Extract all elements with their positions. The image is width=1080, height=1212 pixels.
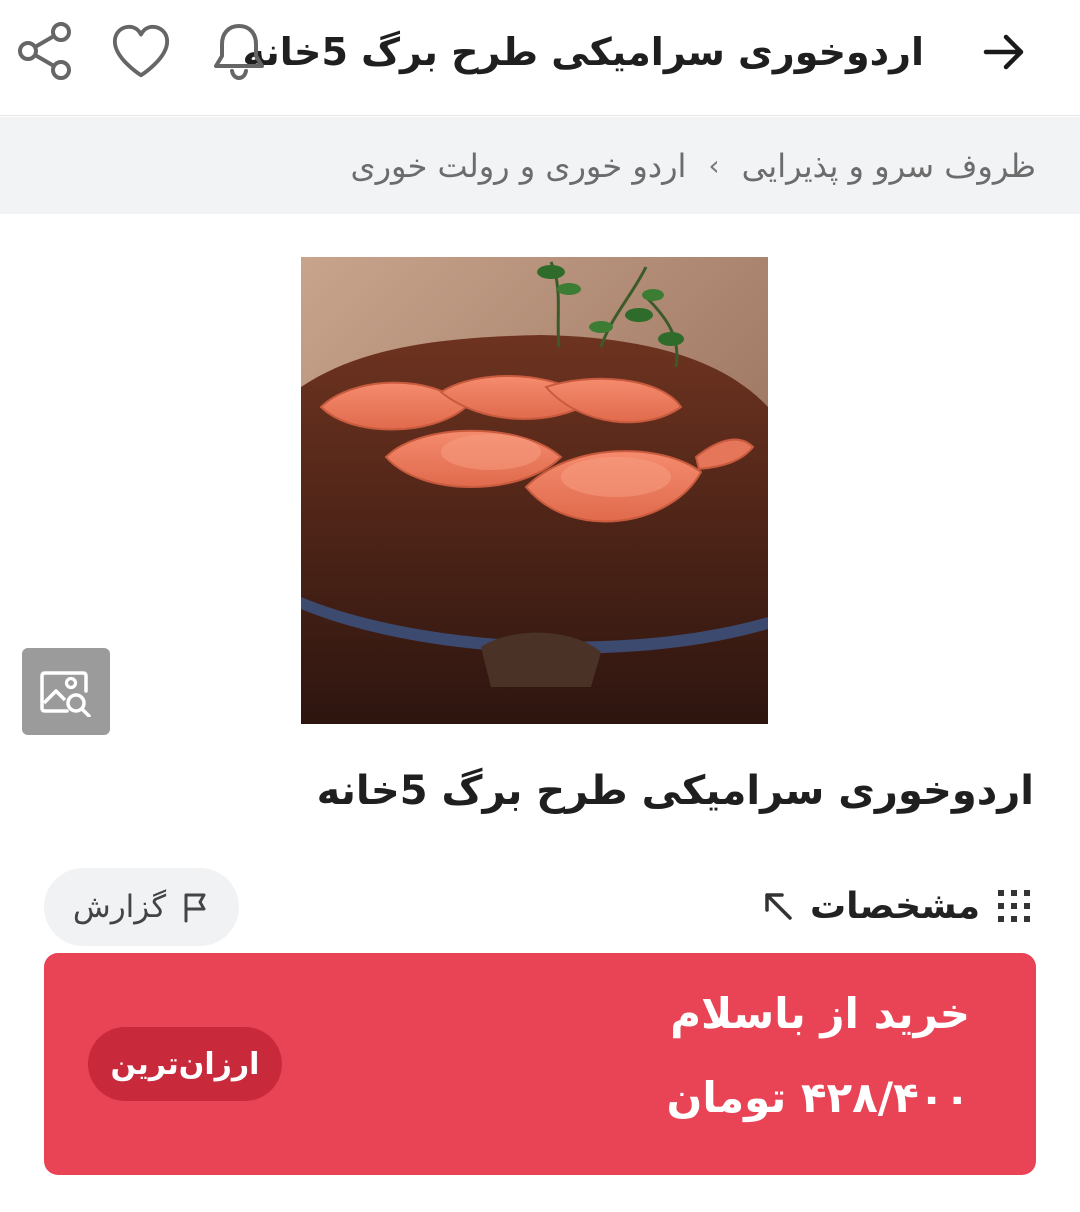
back-button[interactable] [974, 22, 1034, 82]
breadcrumb-item-category[interactable]: ظروف سرو و پذیرایی [742, 147, 1036, 185]
buy-card[interactable]: خرید از باسلام ۴۲۸/۴۰۰ تومان ارزان‌ترین [44, 953, 1036, 1175]
favorite-button[interactable] [110, 20, 172, 82]
breadcrumb-separator: › [708, 149, 720, 182]
arrow-up-left-icon [765, 893, 792, 920]
report-label: گزارش [72, 889, 167, 925]
share-icon [18, 22, 71, 80]
specs-link[interactable]: مشخصات [760, 878, 1034, 934]
buy-label: خرید از باسلام [670, 989, 970, 1038]
notify-button[interactable] [208, 20, 270, 82]
top-app-bar: اردوخوری سرامیکی طرح برگ 5خانه [0, 0, 1080, 116]
heart-icon [112, 24, 170, 78]
page-title: اردوخوری سرامیکی طرح برگ 5خانه [242, 30, 924, 74]
share-button[interactable] [14, 20, 76, 82]
breadcrumb-item-subcategory[interactable]: اردو خوری و رولت خوری [351, 147, 687, 185]
buy-price: ۴۲۸/۴۰۰ تومان [666, 1073, 970, 1122]
product-photo [301, 257, 768, 724]
arrow-right-icon [983, 34, 1024, 70]
breadcrumb: ظروف سرو و پذیرایی › اردو خوری و رولت خو… [0, 117, 1080, 214]
cheapest-badge: ارزان‌ترین [88, 1027, 282, 1101]
grid-dots-icon [998, 890, 1030, 922]
image-search-button[interactable] [22, 648, 110, 735]
bell-icon [214, 24, 264, 81]
image-search-icon [40, 670, 91, 717]
flag-icon [184, 893, 206, 923]
report-button[interactable]: گزارش [44, 868, 239, 946]
product-image[interactable] [301, 257, 768, 724]
specs-label: مشخصات [809, 885, 980, 927]
product-title: اردوخوری سرامیکی طرح برگ 5خانه [316, 768, 1034, 814]
